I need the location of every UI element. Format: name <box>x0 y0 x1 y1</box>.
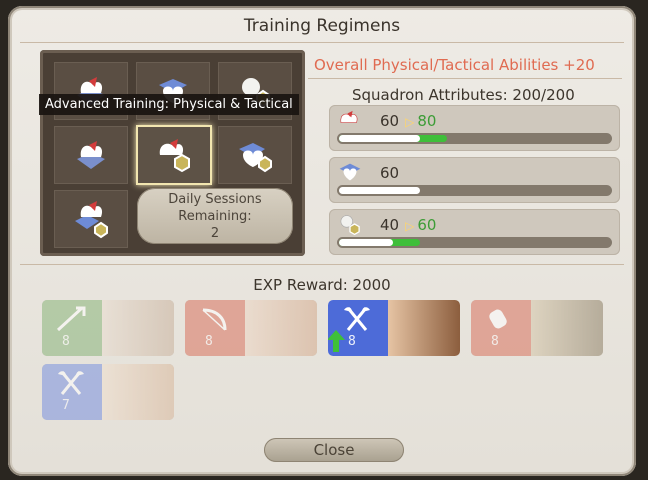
overall-abilities-bonus: Overall Physical/Tactical Abilities +20 <box>314 56 595 74</box>
physical-new-value: 80 <box>417 112 437 130</box>
mental-value: 60 <box>380 164 400 182</box>
exp-reward: EXP Reward: 2000 <box>253 276 391 294</box>
daily-sessions-line2: Remaining: <box>178 209 252 224</box>
daily-sessions-count: 2 <box>210 226 220 241</box>
level-up-arrow-icon <box>328 330 345 352</box>
mental-tactical-icon <box>239 143 272 173</box>
close-button[interactable]: Close <box>264 438 404 462</box>
member-portrait <box>102 300 174 356</box>
squadron-member-1[interactable]: 8 <box>42 300 174 356</box>
mental-icon <box>339 163 361 181</box>
daily-sessions-line1: Daily Sessions <box>168 192 262 207</box>
lancer-icon <box>56 306 86 332</box>
squadron-member-2[interactable]: 8 <box>185 300 317 356</box>
member-portrait <box>388 300 460 356</box>
archer-icon <box>202 308 227 331</box>
squadron-member-5[interactable]: 7 <box>42 364 174 420</box>
tactical-value: 40 <box>380 216 400 234</box>
daily-sessions-remaining: Daily Sessions Remaining: 2 <box>137 188 293 244</box>
tactical-icon <box>340 215 360 236</box>
tactical-bar <box>337 237 612 248</box>
marauder-icon <box>344 307 370 331</box>
regimen-physical-tactical-selected[interactable] <box>136 125 212 185</box>
physical-bar <box>337 133 612 144</box>
increase-arrow-icon: ▷ <box>405 219 415 233</box>
attribute-row-mental: 60 <box>329 157 620 203</box>
member-level: 8 <box>491 334 499 349</box>
window-title: Training Regimens <box>243 16 401 36</box>
physical-value: 60 <box>380 112 400 130</box>
title-divider <box>20 42 624 43</box>
physical-icon <box>77 141 105 169</box>
member-portrait <box>102 364 174 420</box>
squadron-member-3-selected[interactable]: 8 <box>328 300 460 356</box>
tactical-new-value: 60 <box>417 216 437 234</box>
attribute-row-tactical: 40 ▷ 60 <box>329 209 620 255</box>
tactical-bar-current <box>339 239 393 246</box>
all-attributes-icon <box>75 201 108 239</box>
regimen-mental-tactical[interactable] <box>218 126 292 184</box>
member-level: 8 <box>348 334 356 349</box>
member-level: 8 <box>205 334 213 349</box>
increase-arrow-icon: ▷ <box>405 115 415 129</box>
member-portrait <box>245 300 317 356</box>
regimen-tooltip: Advanced Training: Physical & Tactical <box>39 94 299 115</box>
member-level: 7 <box>62 398 70 413</box>
regimen-all-round[interactable] <box>54 190 128 248</box>
mental-bar <box>337 185 612 196</box>
physical-icon <box>340 110 358 123</box>
physical-bar-current <box>339 135 420 142</box>
squadron-attributes-title: Squadron Attributes: 200/200 <box>352 86 575 104</box>
attribute-row-physical: 60 ▷ 80 <box>329 105 620 151</box>
marauder-icon <box>58 371 84 395</box>
pugilist-icon <box>489 309 507 329</box>
mental-bar-current <box>339 187 420 194</box>
physical-tactical-icon <box>159 139 190 173</box>
squadron-member-4[interactable]: 8 <box>471 300 603 356</box>
member-level: 8 <box>62 334 70 349</box>
member-portrait <box>531 300 603 356</box>
exp-divider <box>20 264 624 265</box>
regimen-physical-mental[interactable] <box>54 126 128 184</box>
attributes-divider <box>308 78 622 79</box>
training-regimens-window: Training Regimens Advanced Training: Phy… <box>8 6 636 476</box>
